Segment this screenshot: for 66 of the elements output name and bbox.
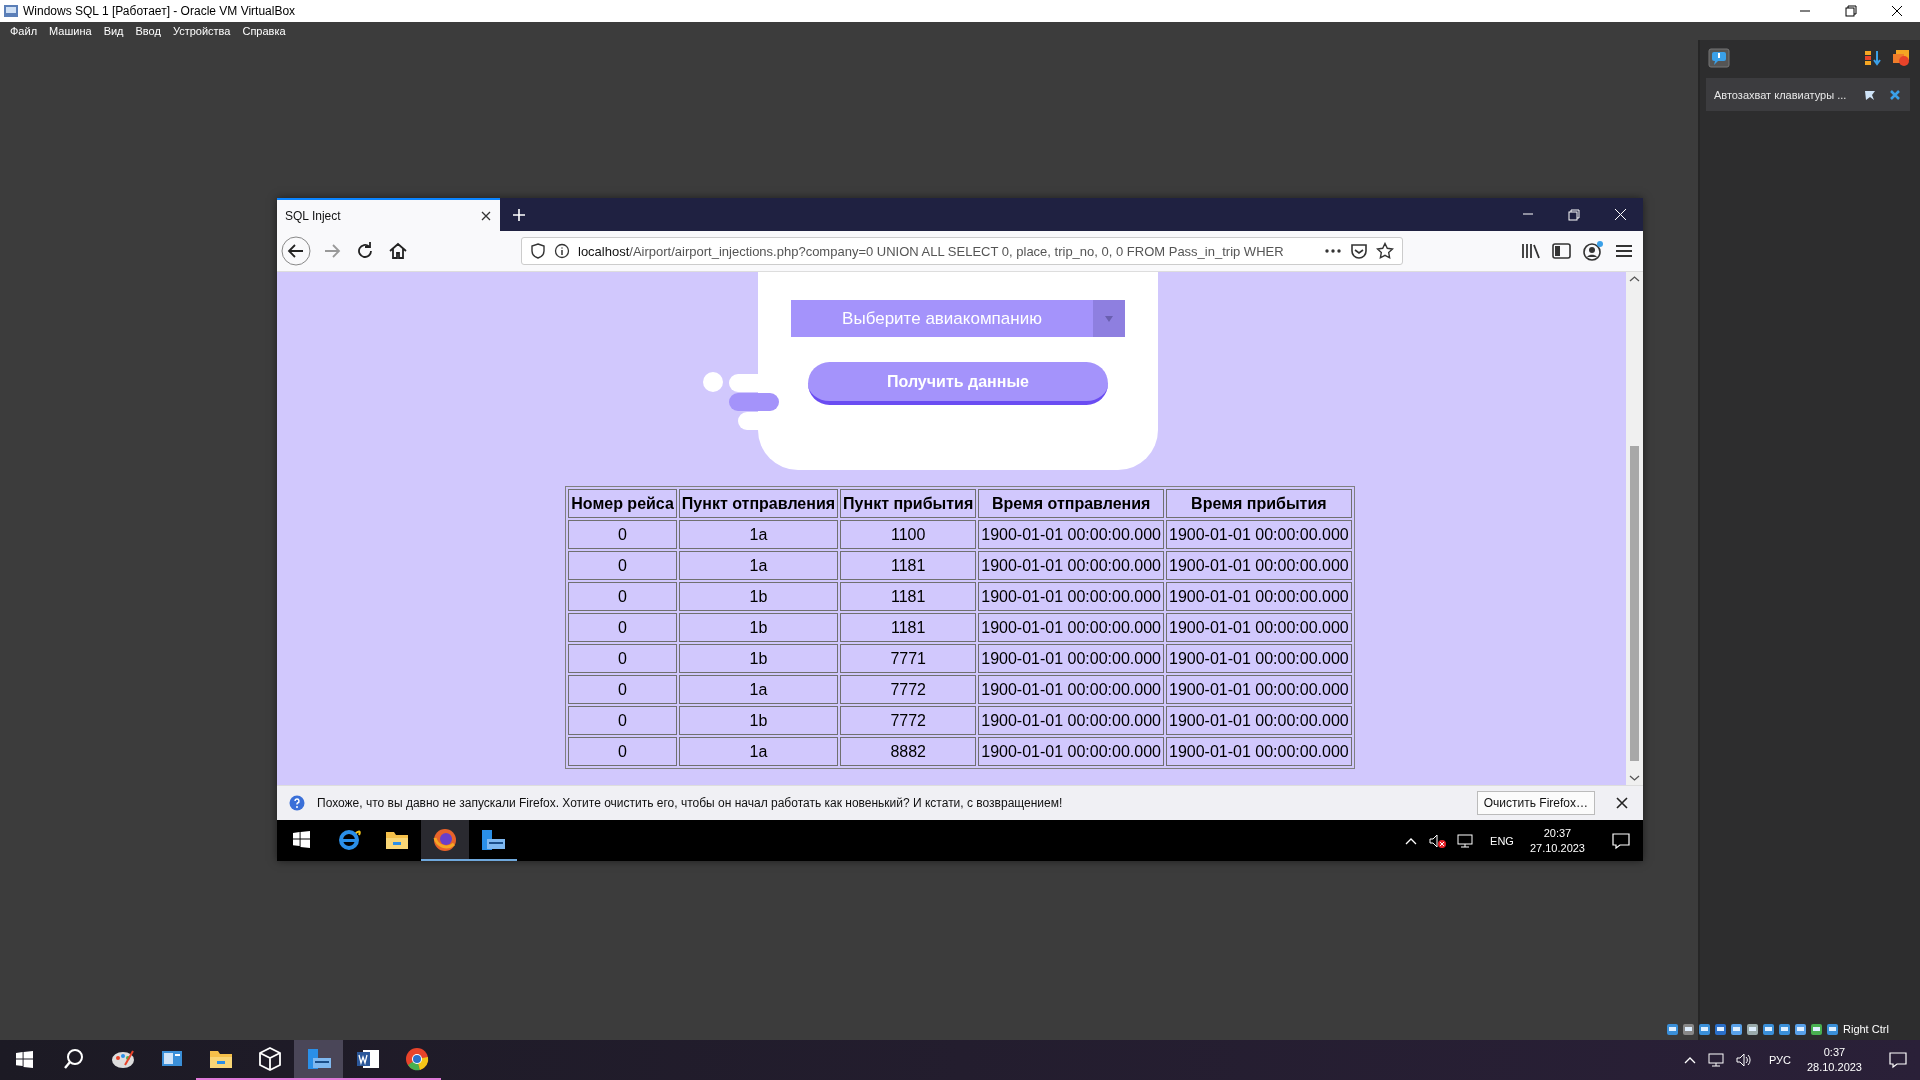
table-cell: 0 [568,613,677,642]
table-cell: 1900-01-01 00:00:00.000 [1166,520,1352,549]
refresh-firefox-button[interactable]: Очистить Firefox… [1476,791,1595,815]
table-cell: 1900-01-01 00:00:00.000 [978,551,1164,580]
table-cell: 0 [568,644,677,673]
clock-time[interactable]: 0:37 [1823,1045,1846,1060]
clock-time[interactable]: 20:37 [1543,825,1572,841]
menu-item[interactable]: Файл [4,25,44,37]
menu-item[interactable]: Машина [43,25,98,37]
menu-item[interactable]: Справка [236,25,292,37]
table-cell: 1900-01-01 00:00:00.000 [978,706,1164,735]
clock-date[interactable]: 28.10.2023 [1806,1060,1862,1075]
table-cell: 1a [678,520,839,549]
column-header: Время отправления [978,489,1164,518]
table-cell: 1900-01-01 00:00:00.000 [978,737,1164,766]
menu-item[interactable]: Ввод [129,25,167,37]
table-cell: 0 [568,582,677,611]
table-cell: 1181 [840,551,977,580]
table-cell: 1100 [840,520,977,549]
table-cell: 8882 [840,737,977,766]
table-cell: 7772 [840,675,977,704]
menu-item[interactable]: Устройства [166,25,237,37]
table-cell: 1900-01-01 00:00:00.000 [1166,737,1352,766]
notification-item[interactable]: Автозахват клавиатуры ... [1706,78,1910,111]
table-cell: 7772 [840,706,977,735]
menu-item[interactable]: Вид [97,25,130,37]
notification-text: Автозахват клавиатуры ... [1714,88,1848,101]
url-text: localhost/Airport/airport_injections.php?company=0 UNION ALL SELECT 0, place, trip_no, 0, 0 FROM Pass_in_trip WHER [578,243,1285,259]
browser-tab[interactable]: SQL Inject [277,198,500,231]
table-cell: 1b [678,706,839,735]
language-indicator[interactable]: РУС [1768,1054,1791,1066]
table-cell: 7771 [840,644,977,673]
table-cell: 1181 [840,582,977,611]
column-header: Номер рейса [568,489,677,518]
table-cell: 1b [678,644,839,673]
table-cell: 1900-01-01 00:00:00.000 [1166,582,1352,611]
table-cell: 1900-01-01 00:00:00.000 [1166,675,1352,704]
table-cell: 0 [568,551,677,580]
host-key-label: Right Ctrl [1843,1023,1889,1035]
table-cell: 1a [678,551,839,580]
table-cell: 1900-01-01 00:00:00.000 [978,520,1164,549]
column-header: Пункт отправления [678,489,839,518]
address-bar[interactable]: localhost/Airport/airport_injections.php?company=0 UNION ALL SELECT 0, place, trip_no, 0, 0 FROM Pass_in_trip WHER [521,237,1403,265]
table-cell: 1900-01-01 00:00:00.000 [1166,706,1352,735]
table-cell: 1900-01-01 00:00:00.000 [978,675,1164,704]
column-header: Время прибытия [1166,489,1352,518]
table-cell: 0 [568,737,677,766]
clock-date[interactable]: 27.10.2023 [1529,840,1585,856]
table-cell: 1900-01-01 00:00:00.000 [978,613,1164,642]
table-cell: 1900-01-01 00:00:00.000 [1166,644,1352,673]
table-cell: 1b [678,582,839,611]
table-cell: 1900-01-01 00:00:00.000 [1166,613,1352,642]
table-cell: 1b [678,613,839,642]
table-cell: 1900-01-01 00:00:00.000 [1166,551,1352,580]
table-cell: 0 [568,675,677,704]
column-header: Пункт прибытия [840,489,977,518]
table-cell: 0 [568,706,677,735]
table-cell: 1900-01-01 00:00:00.000 [978,644,1164,673]
notification-message: Похоже, что вы давно не запускали Firefox. Хотите очистить его, чтобы он начал работать как новенький? И кстати, с возвращением! [317,796,1063,810]
window-title: Windows SQL 1 [Работает] - Oracle VM VirtualBox [23,4,297,18]
table-cell: 1181 [840,613,977,642]
table-cell: 0 [568,520,677,549]
table-cell: 1a [678,737,839,766]
language-indicator[interactable]: ENG [1490,834,1514,847]
table-cell: 1a [678,675,839,704]
table-cell: 1900-01-01 00:00:00.000 [978,582,1164,611]
